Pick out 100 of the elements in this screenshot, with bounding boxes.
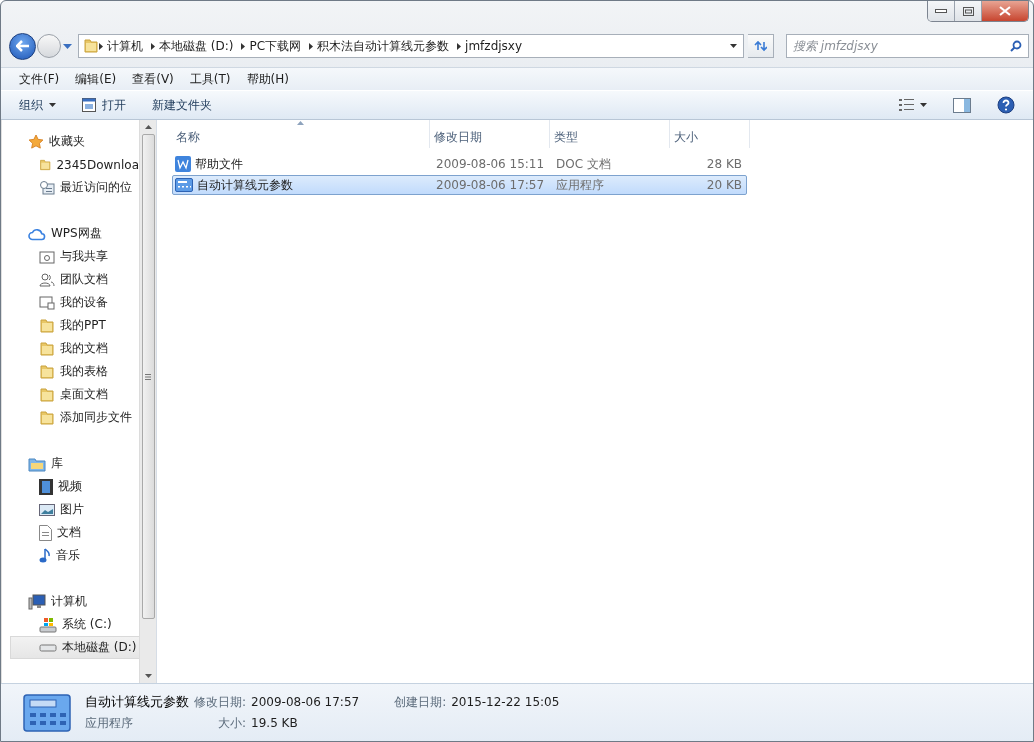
chevron-icon (151, 42, 155, 50)
menu-item[interactable]: 文件(F) (11, 68, 68, 90)
device-icon (39, 295, 55, 310)
scrollbar-thumb[interactable] (141, 134, 155, 619)
sidebar-item[interactable]: 桌面文档 (2, 383, 139, 406)
caret-icon (920, 103, 927, 107)
file-row[interactable]: 自动计算线元参数 2009-08-06 17:57 应用程序 20 KB (172, 175, 747, 195)
file-name: 自动计算线元参数 (85, 693, 189, 711)
field-value: 2009-08-06 17:57 (251, 695, 360, 709)
sidebar-item[interactable]: 团队文档 (2, 268, 139, 291)
sidebar-item[interactable]: 计算机 (2, 590, 139, 613)
table-cell-text: 28 KB (705, 157, 743, 171)
sidebar-item[interactable]: 视频 (2, 475, 139, 498)
scroll-up-icon (144, 125, 152, 129)
scrollbar[interactable] (139, 120, 156, 683)
sidebar-item[interactable]: 我的文档 (2, 337, 139, 360)
maximize-button[interactable] (955, 1, 982, 21)
close-icon (999, 6, 1011, 16)
table-cell-text: 2009-08-06 15:11 (435, 157, 546, 171)
scroll-down-icon (144, 674, 152, 678)
film-icon (39, 478, 53, 495)
music-note-icon (39, 547, 51, 564)
search-field[interactable]: 搜索 jmfzdjsxy (786, 34, 1029, 58)
sidebar-item[interactable]: 音乐 (2, 544, 139, 567)
sidebar-item[interactable]: 文档 (2, 521, 139, 544)
chevron-icon (309, 42, 314, 50)
column-header[interactable]: 名称 (172, 120, 430, 148)
sidebar-item[interactable]: 库 (2, 452, 139, 475)
chevron-icon (241, 42, 246, 50)
menu-item[interactable]: 帮助(H) (238, 68, 297, 90)
table-cell-text: 应用程序 (555, 176, 605, 194)
file-name: 帮助文件 (195, 155, 243, 173)
chevron-icon (457, 42, 462, 50)
menu-item[interactable]: 编辑(E) (67, 68, 125, 90)
file-name: 自动计算线元参数 (197, 176, 293, 194)
menu-item[interactable]: 查看(V) (124, 68, 182, 90)
sidebar-item[interactable]: 我的设备 (2, 291, 139, 314)
back-arrow-icon (15, 40, 30, 52)
refresh-icon (754, 40, 767, 52)
close-button[interactable] (982, 1, 1028, 21)
file-row[interactable]: 帮助文件 2009-08-06 15:11 DOC 文档 28 KB (172, 154, 747, 174)
menu-item[interactable]: 工具(T) (181, 68, 239, 90)
caret-icon (49, 103, 56, 107)
breadcrumb[interactable]: jmfzdjsxy (461, 39, 531, 53)
breadcrumb[interactable]: PC下载网 (245, 37, 310, 55)
breadcrumb[interactable]: 积木法自动计算线元参数 (313, 37, 458, 55)
picture-icon (39, 502, 55, 517)
breadcrumb[interactable]: 计算机 (103, 37, 151, 55)
sidebar-item[interactable]: 最近访问的位 (2, 176, 139, 199)
field-value: 19.5 KB (251, 716, 299, 730)
sidebar-item[interactable]: WPS网盘 (2, 222, 139, 245)
library-icon (28, 455, 46, 472)
sidebar-item[interactable]: 我的表格 (2, 360, 139, 383)
window-icon (82, 98, 96, 112)
sidebar-item[interactable]: 系统 (C:) (2, 613, 139, 636)
sidebar-item[interactable]: 图片 (2, 498, 139, 521)
table-cell-text: 2009-08-06 17:57 (435, 178, 546, 192)
field-value: 2015-12-22 15:05 (451, 695, 560, 709)
sidebar-item[interactable]: 收藏夹 (2, 130, 139, 153)
calculator-icon (175, 178, 193, 192)
breadcrumb[interactable]: 本地磁盘 (D:) (155, 37, 242, 55)
sidebar-item[interactable]: 与我共享 (2, 245, 139, 268)
folder-icon (83, 38, 99, 54)
sidebar-item[interactable]: 本地磁盘 (D:) (10, 636, 139, 659)
refresh-button[interactable] (748, 34, 774, 58)
cloud-icon (28, 226, 46, 241)
recent-places-icon (39, 179, 55, 196)
search-icon (1010, 40, 1022, 52)
column-header[interactable]: 修改日期 (430, 120, 550, 148)
minimize-button[interactable] (928, 1, 955, 21)
sidebar-item[interactable]: 2345Downloa (2, 153, 139, 176)
sidebar-item[interactable]: 我的PPT (2, 314, 139, 337)
column-header[interactable]: 类型 (550, 120, 670, 148)
toolbar-button[interactable]: 组织 (15, 93, 60, 117)
camera-icon (39, 249, 55, 264)
address-bar[interactable]: 计算机 本地磁盘 (D:) PC下载网 积木法自动计算线元参数 jmfzdjsxy (78, 34, 744, 58)
table-cell-text: 20 KB (705, 178, 743, 192)
field-label: 创建日期: (394, 694, 447, 711)
caret-icon (730, 44, 737, 48)
toolbar-button[interactable]: 打开 (78, 93, 130, 117)
file-type: 应用程序 (85, 715, 134, 732)
column-header[interactable]: 大小 (670, 120, 750, 148)
folder-icon (39, 363, 55, 380)
back-button[interactable] (9, 32, 36, 60)
folder-icon (39, 386, 55, 403)
calculator-icon (23, 693, 71, 732)
field-label: 修改日期: (194, 694, 247, 711)
table-cell-text: DOC 文档 (555, 155, 612, 173)
star-icon (28, 133, 44, 150)
list-view-icon (899, 99, 914, 111)
folder-icon (39, 317, 55, 334)
people-icon (39, 272, 55, 287)
toolbar-button[interactable]: 新建文件夹 (148, 93, 216, 117)
field-label: 大小: (217, 715, 247, 732)
chevron-icon (99, 42, 103, 50)
history-dropdown[interactable] (61, 43, 74, 49)
document-icon (39, 524, 52, 541)
word-document-icon (175, 156, 191, 172)
sidebar-item[interactable]: 添加同步文件 (2, 406, 139, 429)
folder-icon (39, 409, 55, 426)
